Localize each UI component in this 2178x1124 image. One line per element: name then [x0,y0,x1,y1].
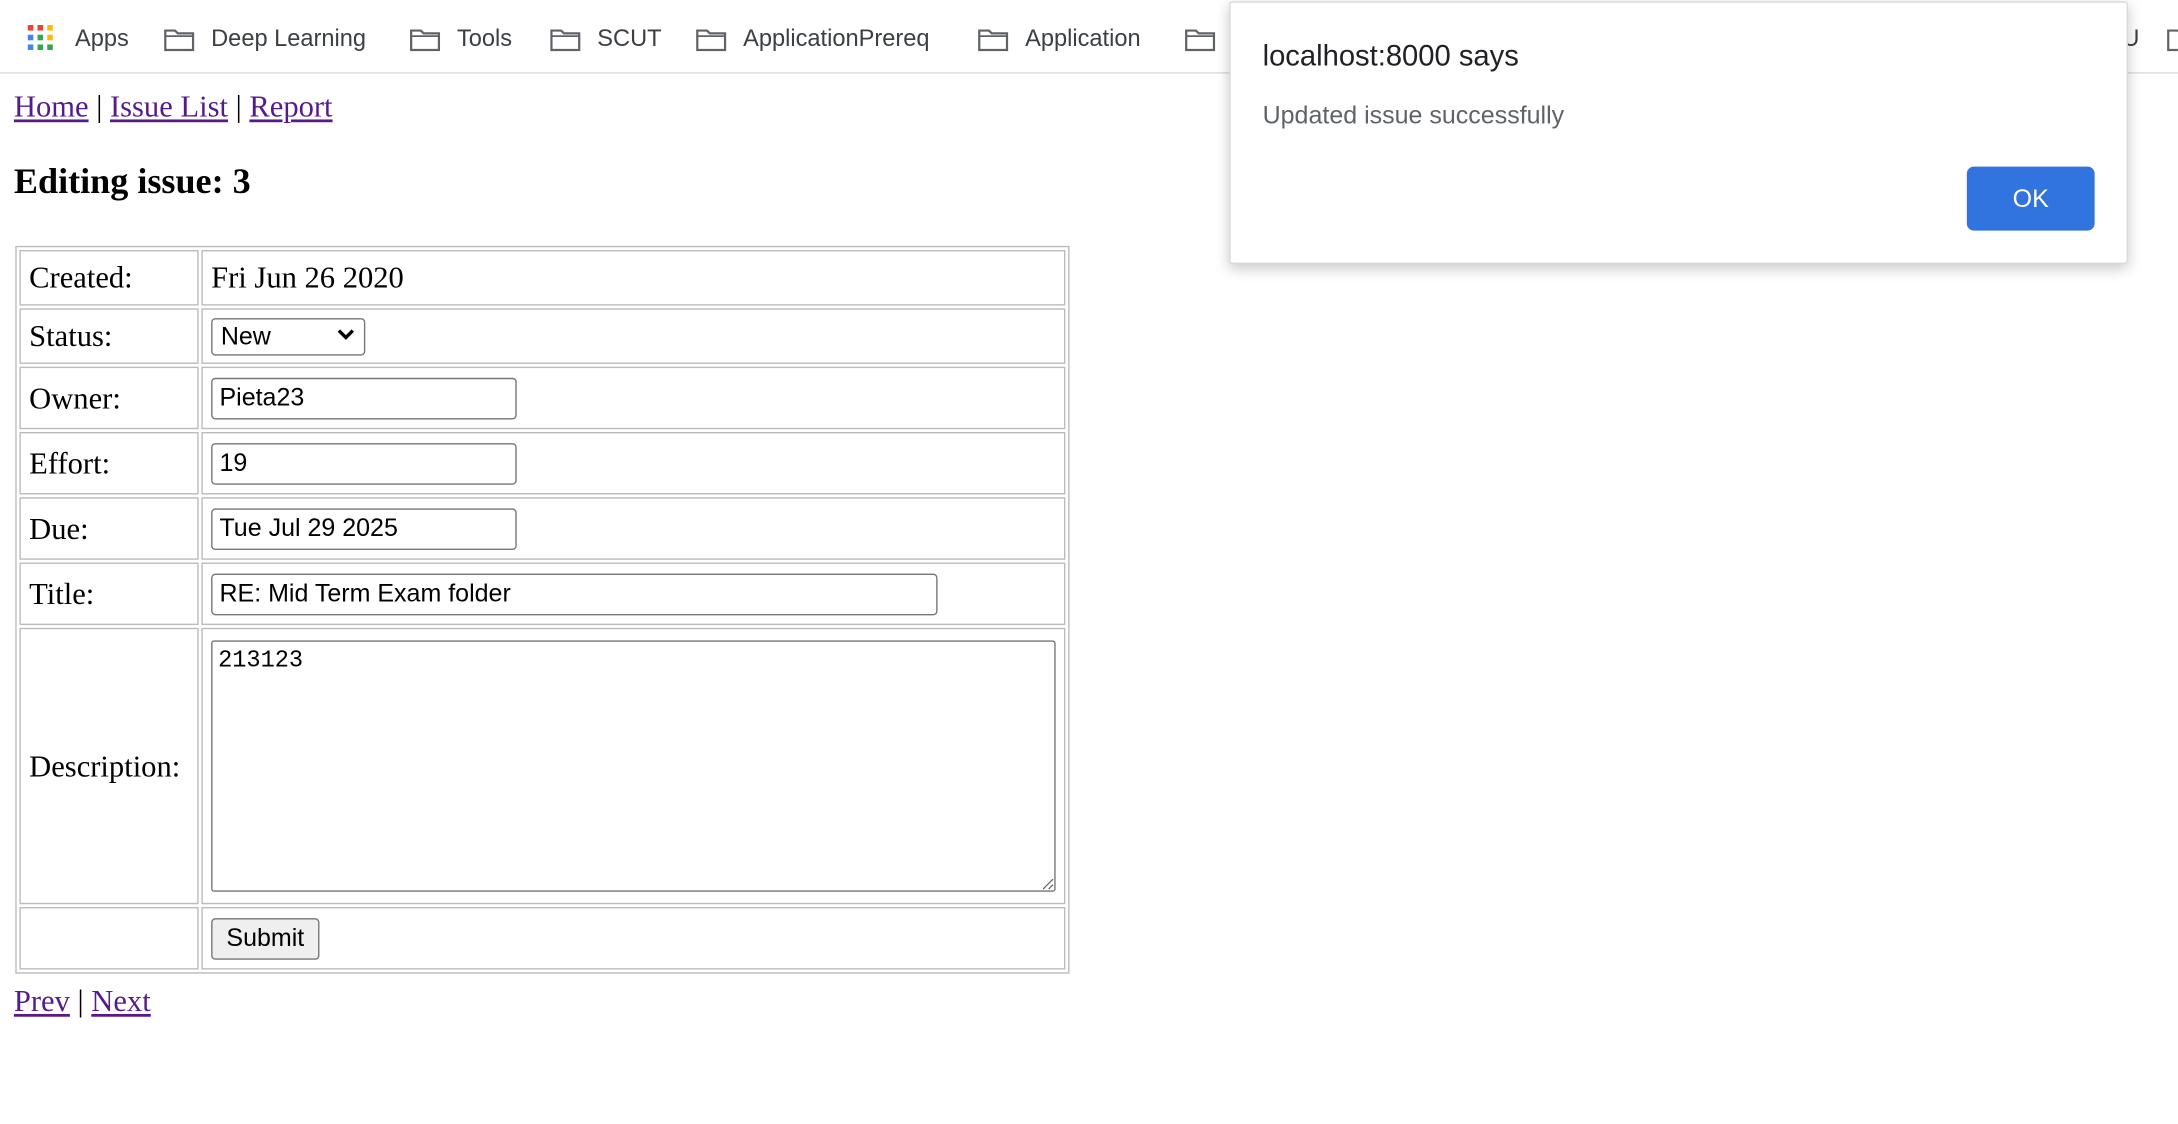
bookmark-label: Application [1025,25,1141,52]
pager: Prev | Next [14,983,151,1019]
description-label: Description: [19,627,199,905]
description-textarea[interactable]: 213123 [211,640,1056,892]
title-input[interactable] [211,572,938,615]
nav-separator: | [235,88,242,124]
bookmark-folder-tools[interactable]: Tools [410,22,512,55]
nav-issue-list-link[interactable]: Issue List [110,89,228,124]
nav-separator: | [96,88,103,124]
form-row-due: Due: [19,497,1066,560]
browser-viewport: Apps Deep Learning Tools SCUT Applicatio [0,0,2178,1124]
pager-separator: | [77,983,84,1019]
bookmark-folder-applicationprereq[interactable]: ApplicationPrereq [696,22,930,55]
owner-input[interactable] [211,377,517,419]
dialog-message: Updated issue successfully [1262,101,1565,130]
alert-dialog: localhost:8000 says Updated issue succes… [1229,1,2128,264]
folder-icon [1185,27,1216,51]
form-row-status: Status: New [19,308,1066,364]
form-row-effort: Effort: [19,431,1066,495]
form-row-created: Created: Fri Jun 26 2020 [19,250,1066,306]
effort-cell [201,431,1066,495]
form-row-description: Description: 213123 [19,627,1066,905]
status-cell: New [201,308,1066,364]
top-nav: Home | Issue List | Report [14,89,333,125]
bookmark-folder-partial[interactable] [2167,22,2178,55]
apps-grid-icon [27,25,56,53]
bookmark-label: SCUT [597,25,662,52]
dialog-title: localhost:8000 says [1262,40,1519,73]
next-link[interactable]: Next [91,983,150,1018]
nav-home-link[interactable]: Home [14,89,89,124]
bookmark-folder-deep-learning[interactable]: Deep Learning [164,22,366,55]
due-input[interactable] [211,507,517,550]
due-label: Due: [19,497,199,560]
empty-cell [19,907,199,970]
due-cell [201,497,1066,560]
created-label: Created: [19,250,199,306]
status-select[interactable]: New [211,317,366,355]
folder-icon [410,27,441,51]
page-title: Editing issue: 3 [13,161,251,202]
ok-button[interactable]: OK [1966,166,2095,231]
created-value: Fri Jun 26 2020 [201,250,1066,306]
folder-icon [164,27,195,51]
bookmark-apps[interactable]: Apps [27,22,129,55]
title-cell [201,562,1066,626]
prev-link[interactable]: Prev [14,983,70,1018]
form-row-submit: Submit [19,907,1066,970]
bookmark-folder-scut[interactable]: SCUT [550,22,662,55]
bookmark-folder-application[interactable]: Application [978,22,1141,55]
description-cell: 213123 [201,627,1066,905]
folder-icon [550,27,581,51]
status-label: Status: [19,308,199,364]
bookmark-label: ApplicationPrereq [743,25,930,52]
status-selected-value: New [220,321,271,350]
bookmark-folder-hidden[interactable] [1185,22,1232,55]
effort-input[interactable] [211,442,517,485]
bookmark-label: Tools [456,25,513,52]
owner-label: Owner: [19,366,199,430]
form-row-title: Title: [19,562,1066,626]
chevron-down-icon [336,324,355,348]
effort-label: Effort: [19,431,199,495]
folder-icon [978,27,1009,51]
folder-icon [696,27,727,51]
bookmark-label: Deep Learning [211,25,367,52]
folder-icon [2167,27,2178,51]
owner-cell [201,366,1066,430]
issue-edit-form: Created: Fri Jun 26 2020 Status: New Own… [15,245,1070,974]
submit-button[interactable]: Submit [211,917,320,960]
title-label: Title: [19,562,199,626]
submit-cell: Submit [201,907,1066,970]
nav-report-link[interactable]: Report [249,89,332,124]
form-row-owner: Owner: [19,366,1066,430]
bookmark-label: Apps [75,25,129,52]
